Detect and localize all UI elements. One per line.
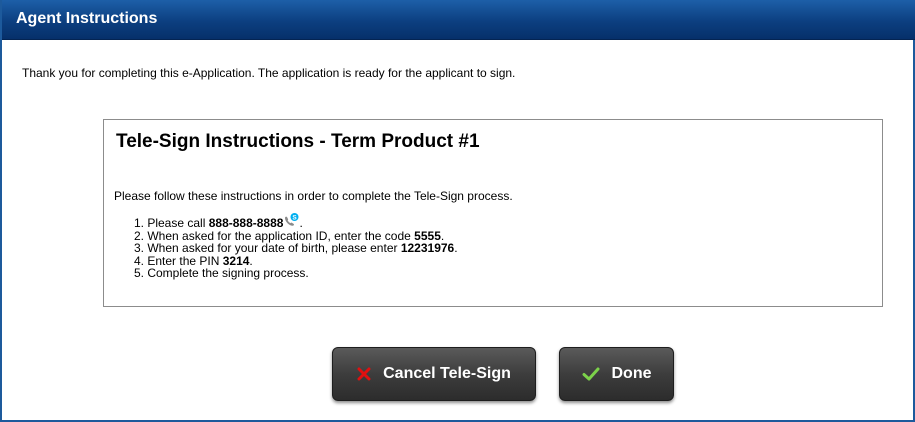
dialog-titlebar: Agent Instructions [2, 0, 915, 40]
dialog-title: Agent Instructions [16, 10, 158, 27]
panel-heading: Tele-Sign Instructions - Term Product #1 [116, 131, 480, 152]
date-of-birth: 12231976 [400, 241, 455, 255]
tele-sign-instructions-panel: Tele-Sign Instructions - Term Product #1… [103, 119, 883, 307]
step-1: 1. Please call 888-888-8888 S . [134, 213, 303, 230]
x-icon [357, 367, 371, 381]
svg-text:S: S [293, 214, 298, 221]
skype-phone-icon[interactable]: S [283, 213, 299, 227]
instruction-steps: 1. Please call 888-888-8888 S . 2. When … [134, 213, 458, 280]
agent-instructions-dialog: Agent Instructions Thank you for complet… [0, 0, 915, 422]
done-label: Done [611, 365, 652, 382]
cancel-tele-sign-button[interactable]: Cancel Tele-Sign [332, 347, 536, 401]
step-5: 5. Complete the signing process. [134, 266, 309, 280]
checkmark-icon [582, 367, 600, 381]
cancel-tele-sign-label: Cancel Tele-Sign [383, 365, 511, 382]
intro-text: Thank you for completing this e-Applicat… [22, 66, 516, 80]
panel-description: Please follow these instructions in orde… [114, 189, 513, 203]
done-button[interactable]: Done [559, 347, 674, 401]
